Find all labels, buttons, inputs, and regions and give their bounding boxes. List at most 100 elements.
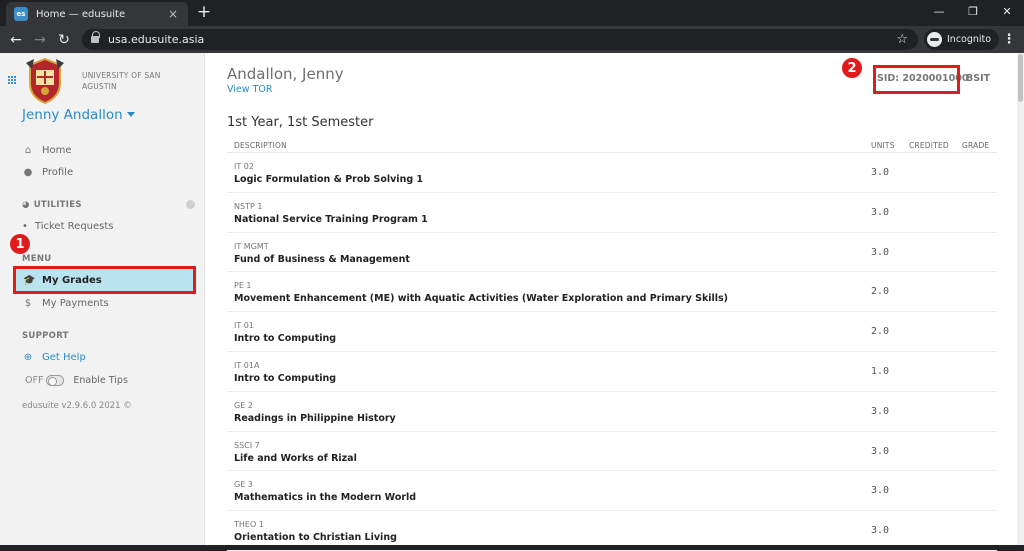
page: UNIVERSITY OF SAN AGUSTIN Jenny Andallon… [0, 53, 1024, 551]
main-content: Andallon, Jenny View TOR SID: 2020001000… [205, 53, 1017, 551]
course-description: Life and Works of Rizal [234, 452, 357, 464]
user-icon: ● [23, 166, 33, 178]
column-header-grade: GRADE [962, 141, 990, 150]
incognito-icon [927, 32, 942, 47]
reload-icon[interactable]: ↻ [52, 27, 76, 53]
semester-title: 1st Year, 1st Semester [227, 115, 374, 130]
user-menu-toggle[interactable]: Jenny Andallon [22, 107, 135, 123]
course-units: 3.0 [871, 445, 890, 457]
browser-tab[interactable]: es Home — edusuite × [6, 2, 188, 26]
lock-icon [91, 31, 100, 44]
table-row: GE 2 Readings in Philippine History 3.0 [227, 392, 997, 432]
sidebar-item-label: My Grades [42, 274, 102, 286]
address-bar[interactable]: usa.edusuite.asia ☆ [82, 29, 918, 50]
course-description: Logic Formulation & Prob Solving 1 [234, 174, 424, 185]
annotation-highlight-box [873, 65, 960, 94]
table-row: NSTP 1 National Service Training Program … [227, 193, 997, 233]
course-code: IT 02 [234, 162, 254, 171]
tab-title: Home — edusuite [36, 8, 126, 20]
sidebar-item-label: Profile [42, 166, 74, 178]
course-description: Intro to Computing [234, 333, 337, 345]
bullet-icon: • [22, 221, 28, 232]
home-icon: ⌂ [24, 144, 32, 156]
student-name: Andallon, Jenny [227, 65, 344, 83]
sidebar: UNIVERSITY OF SAN AGUSTIN Jenny Andallon… [0, 53, 205, 545]
new-tab-button[interactable]: + [194, 3, 214, 21]
course-code: NSTP 1 [234, 201, 263, 211]
course-description: National Service Training Program 1 [234, 213, 428, 225]
graduation-cap-icon: 🎓 [23, 274, 36, 286]
restore-icon[interactable]: ❐ [956, 0, 990, 26]
enable-tips-toggle[interactable]: OFF Enable Tips [25, 375, 128, 386]
course-code: GE 2 [234, 400, 253, 410]
course-units: 2.0 [871, 286, 890, 298]
table-row: IT 01A Intro to Computing 1.0 [227, 352, 997, 392]
table-row: PE 1 Movement Enhancement (ME) with Aquat… [227, 272, 997, 313]
table-row: SSCI 7 Life and Works of Rizal 3.0 [227, 432, 997, 472]
page-scrollbar[interactable] [1017, 53, 1024, 545]
sidebar-item-label: Home [42, 144, 72, 156]
toggle-switch[interactable] [46, 375, 65, 386]
course-description: Mathematics in the Modern World [234, 492, 417, 504]
scrollbar-thumb[interactable] [1018, 54, 1023, 102]
url-text: usa.edusuite.asia [108, 33, 205, 46]
back-arrow-icon[interactable]: ← [4, 27, 28, 53]
menu-heading: MENU [22, 254, 52, 264]
course-code: IT 01A [234, 360, 260, 370]
view-tor-link[interactable]: View TOR [227, 84, 272, 95]
sidebar-item-home[interactable]: ⌂ Home [22, 141, 72, 159]
apps-grid-icon[interactable] [7, 75, 16, 84]
window-controls: — ❐ ✕ [922, 0, 1024, 26]
lifebuoy-icon: ⊕ [23, 351, 33, 363]
course-description: Intro to Computing [234, 372, 337, 384]
sidebar-item-profile[interactable]: ● Profile [22, 163, 73, 181]
support-heading: SUPPORT [22, 331, 69, 341]
browser-menu-icon[interactable]: ⋮ [1001, 26, 1017, 53]
tips-state: OFF [25, 375, 44, 386]
course-units: 3.0 [871, 405, 890, 417]
caret-down-icon [126, 112, 135, 117]
user-name: Jenny Andallon [22, 107, 123, 123]
table-row: IT 01 Intro to Computing 2.0 [227, 312, 997, 352]
table-row: IT MGMT Fund of Business & Management 3.0 [227, 233, 997, 273]
program-code: BSIT [966, 73, 991, 84]
incognito-label: Incognito [947, 34, 992, 45]
close-tab-icon[interactable]: × [166, 7, 180, 21]
sidebar-item-label: Get Help [42, 351, 86, 363]
sidebar-item-ticket-requests[interactable]: • Ticket Requests [22, 221, 114, 232]
sidebar-item-my-payments[interactable]: $ My Payments [22, 294, 109, 312]
course-units: 3.0 [871, 206, 890, 218]
close-window-icon[interactable]: ✕ [990, 0, 1024, 26]
course-units: 3.0 [871, 167, 890, 178]
course-units: 3.0 [871, 525, 890, 537]
bookmark-star-icon[interactable]: ☆ [896, 32, 908, 47]
course-units: 2.0 [871, 326, 890, 338]
course-units: 3.0 [871, 485, 890, 497]
browser-toolbar: ← → ↻ usa.edusuite.asia ☆ Incognito [0, 26, 1024, 53]
sidebar-item-get-help[interactable]: ⊕ Get Help [22, 348, 86, 366]
course-description: Orientation to Christian Living [234, 532, 397, 544]
column-header-description: DESCRIPTION [234, 141, 287, 150]
course-code: IT 01 [234, 321, 254, 331]
utilities-heading[interactable]: ◕ UTILITIES [22, 200, 82, 210]
course-code: THEO 1 [234, 520, 264, 530]
university-name: UNIVERSITY OF SAN AGUSTIN [82, 71, 161, 91]
course-code: IT MGMT [234, 241, 269, 251]
column-header-credited: CREDITED [909, 141, 949, 150]
course-units: 1.0 [871, 365, 890, 377]
table-header: DESCRIPTION UNITS CREDITED GRADE [227, 137, 997, 153]
edusuite-favicon-icon: es [14, 7, 28, 21]
annotation-badge-2: 2 [841, 57, 863, 79]
gauge-icon: ◕ [22, 200, 30, 210]
sidebar-item-my-grades[interactable]: 🎓 My Grades [13, 266, 196, 294]
minimize-icon[interactable]: — [922, 0, 956, 26]
table-row: IT 02 Logic Formulation & Prob Solving 1 3… [227, 153, 997, 193]
university-crest-logo [26, 57, 64, 105]
grades-table: DESCRIPTION UNITS CREDITED GRADE IT 02 Lo… [227, 137, 997, 551]
incognito-indicator[interactable]: Incognito [924, 29, 1000, 50]
sidebar-item-label: My Payments [42, 297, 109, 309]
version-text: edusuite v2.9.6.0 2021 © [22, 401, 132, 411]
forward-arrow-icon[interactable]: → [28, 27, 52, 53]
collapse-check-icon[interactable] [186, 200, 195, 209]
course-units: 3.0 [871, 246, 890, 258]
